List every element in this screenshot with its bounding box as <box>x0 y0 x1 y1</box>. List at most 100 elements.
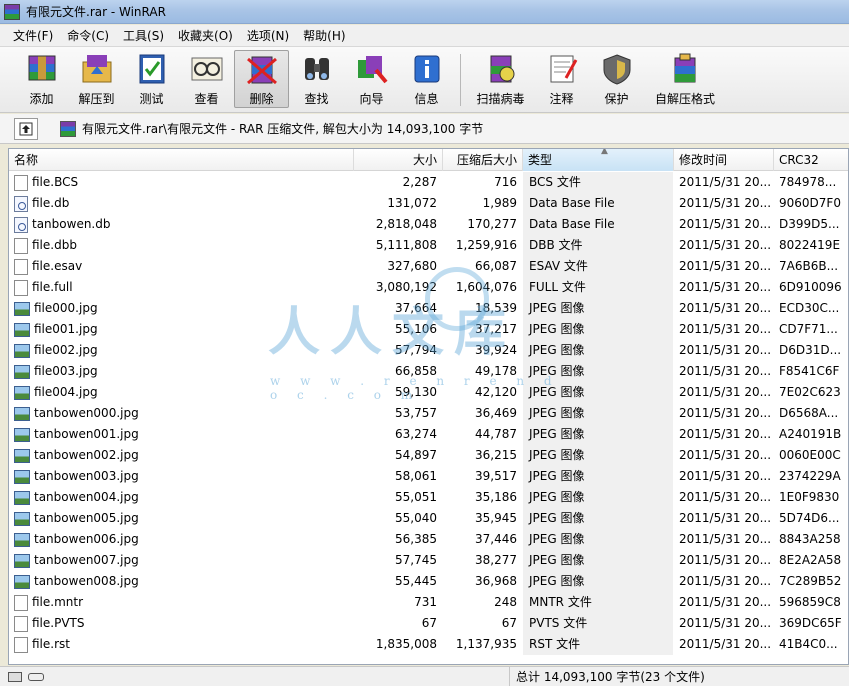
file-row[interactable]: file.db 131,072 1,989 Data Base File 2011/5/… <box>9 193 848 214</box>
menu-item-5[interactable]: 帮助(H) <box>296 25 352 46</box>
file-modified: 2011/5/31 20... <box>679 217 772 231</box>
file-type: JPEG 图像 <box>523 529 673 550</box>
file-packed-size: 37,446 <box>475 532 517 546</box>
file-row[interactable]: tanbowen004.jpg 55,051 35,186 JPEG 图像 2011/5… <box>9 487 848 508</box>
file-row[interactable]: tanbowen005.jpg 55,040 35,945 JPEG 图像 2011/5… <box>9 508 848 529</box>
file-modified: 2011/5/31 20... <box>679 574 772 588</box>
menu-item-3[interactable]: 收藏夹(O) <box>171 25 240 46</box>
file-size: 63,274 <box>395 427 437 441</box>
file-row[interactable]: file.PVTS 67 67 PVTS 文件 2011/5/31 20... 369DC… <box>9 613 848 634</box>
file-row[interactable]: file002.jpg 57,794 39,924 JPEG 图像 2011/5/31 … <box>9 340 848 361</box>
menu-item-4[interactable]: 选项(N) <box>240 25 296 46</box>
file-name: file.BCS <box>32 175 79 189</box>
file-packed-size: 44,787 <box>475 427 517 441</box>
image-file-icon <box>14 364 30 379</box>
image-file-icon <box>14 448 30 463</box>
drive-icon[interactable] <box>8 671 22 682</box>
file-row[interactable]: file.full 3,080,192 1,604,076 FULL 文件 2011/5… <box>9 277 848 298</box>
key-icon[interactable] <box>28 672 44 681</box>
image-file-icon <box>14 343 30 358</box>
file-row[interactable]: tanbowen003.jpg 58,061 39,517 JPEG 图像 2011/5… <box>9 466 848 487</box>
file-row[interactable]: tanbowen002.jpg 54,897 36,215 JPEG 图像 2011/5… <box>9 445 848 466</box>
file-row[interactable]: tanbowen007.jpg 57,745 38,277 JPEG 图像 2011/5… <box>9 550 848 571</box>
file-size: 55,040 <box>395 511 437 525</box>
toolbar-button-3[interactable]: 查看 <box>179 50 234 108</box>
up-folder-button[interactable] <box>14 117 38 140</box>
file-size: 2,287 <box>402 175 437 189</box>
menu-bar: 文件(F) 命令(C) 工具(S) 收藏夹(O) 选项(N) 帮助(H) <box>0 25 849 47</box>
file-row[interactable]: file000.jpg 37,664 18,539 JPEG 图像 2011/5/31 … <box>9 298 848 319</box>
image-file-icon <box>14 574 30 589</box>
toolbar-label: 添加 <box>29 92 54 106</box>
toolbar-button-5[interactable]: 查找 <box>289 50 344 108</box>
file-type: ESAV 文件 <box>523 256 673 277</box>
file-size: 56,385 <box>395 532 437 546</box>
file-row[interactable]: file.rst 1,835,008 1,137,935 RST 文件 2011/5/3… <box>9 634 848 655</box>
file-crc32: 6D910096 <box>779 280 842 294</box>
file-packed-size: 42,120 <box>475 385 517 399</box>
toolbar-label: 扫描病毒 <box>476 92 525 106</box>
file-name-cell: tanbowen005.jpg <box>14 508 354 529</box>
toolbar-button-10[interactable]: 保护 <box>589 50 644 108</box>
toolbar-button-2[interactable]: 测试 <box>124 50 179 108</box>
file-packed-size: 1,259,916 <box>455 238 517 252</box>
file-row[interactable]: file.dbb 5,111,808 1,259,916 DBB 文件 2011/5/3… <box>9 235 848 256</box>
file-packed-size: 36,469 <box>475 406 517 420</box>
column-name[interactable]: 名称 <box>9 149 354 171</box>
file-row[interactable]: file003.jpg 66,858 49,178 JPEG 图像 2011/5/31 … <box>9 361 848 382</box>
file-crc32: 41B4C0... <box>779 637 838 651</box>
file-packed-size: 36,215 <box>475 448 517 462</box>
file-modified: 2011/5/31 20... <box>679 616 772 630</box>
file-row[interactable]: file001.jpg 55,106 37,217 JPEG 图像 2011/5/31 … <box>9 319 848 340</box>
menu-item-0[interactable]: 文件(F) <box>6 25 60 46</box>
file-name-cell: file002.jpg <box>14 340 354 361</box>
file-row[interactable]: tanbowen006.jpg 56,385 37,446 JPEG 图像 2011/5… <box>9 529 848 550</box>
file-crc32: 8843A258 <box>779 532 841 546</box>
file-packed-size: 35,945 <box>475 511 517 525</box>
file-row[interactable]: tanbowen000.jpg 53,757 36,469 JPEG 图像 2011/5… <box>9 403 848 424</box>
file-modified: 2011/5/31 20... <box>679 511 772 525</box>
address-bar: 有限元文件.rar\有限元文件 - RAR 压缩文件, 解包大小为 14,093… <box>0 114 849 144</box>
toolbar-button-7[interactable]: 信息 <box>399 50 454 108</box>
toolbar-label: 向导 <box>359 92 384 106</box>
file-modified: 2011/5/31 20... <box>679 469 772 483</box>
file-name-cell: file.BCS <box>14 172 354 193</box>
column-modified[interactable]: 修改时间 <box>674 149 774 171</box>
file-list[interactable]: 名称 大小 压缩后大小 类型 修改时间 CRC32 ▲ file.BCS 2,28… <box>8 148 849 665</box>
file-crc32: ECD30C... <box>779 301 840 315</box>
file-modified: 2011/5/31 20... <box>679 322 772 336</box>
file-name: tanbowen006.jpg <box>34 532 139 546</box>
toolbar-button-6[interactable]: 向导 <box>344 50 399 108</box>
file-row[interactable]: tanbowen001.jpg 63,274 44,787 JPEG 图像 2011/5… <box>9 424 848 445</box>
toolbar-label: 注释 <box>549 92 574 106</box>
toolbar-button-9[interactable]: 注释 <box>534 50 589 108</box>
delete-icon <box>243 52 281 87</box>
file-row[interactable]: tanbowen.db 2,818,048 170,277 Data Base Fil… <box>9 214 848 235</box>
toolbar-button-11[interactable]: 自解压格式 <box>644 50 726 108</box>
file-name-cell: file.esav <box>14 256 354 277</box>
toolbar-button-8[interactable]: 扫描病毒 <box>467 50 534 108</box>
file-name: file.db <box>32 196 70 210</box>
file-type: JPEG 图像 <box>523 382 673 403</box>
toolbar-button-4[interactable]: 删除 <box>234 50 289 108</box>
file-row[interactable]: tanbowen008.jpg 55,445 36,968 JPEG 图像 2011/5… <box>9 571 848 592</box>
toolbar-button-0[interactable]: 添加 <box>14 50 69 108</box>
file-row[interactable]: file004.jpg 59,130 42,120 JPEG 图像 2011/5/31 … <box>9 382 848 403</box>
file-crc32: 0060E00C <box>779 448 841 462</box>
file-row[interactable]: file.esav 327,680 66,087 ESAV 文件 2011/5/31 2… <box>9 256 848 277</box>
column-size[interactable]: 大小 <box>354 149 443 171</box>
toolbar-button-1[interactable]: 解压到 <box>69 50 124 108</box>
file-name-cell: tanbowen.db <box>14 214 354 235</box>
file-row[interactable]: file.mntr 731 248 MNTR 文件 2011/5/31 20... 596… <box>9 592 848 613</box>
file-size: 55,106 <box>395 322 437 336</box>
file-name-cell: file001.jpg <box>14 319 354 340</box>
column-crc32[interactable]: CRC32 <box>774 149 848 171</box>
file-modified: 2011/5/31 20... <box>679 259 772 273</box>
file-name-cell: file.db <box>14 193 354 214</box>
file-crc32: 784978... <box>779 175 837 189</box>
column-packed-size[interactable]: 压缩后大小 <box>443 149 523 171</box>
file-row[interactable]: file.BCS 2,287 716 BCS 文件 2011/5/31 20... 784… <box>9 172 848 193</box>
column-type[interactable]: 类型 <box>523 149 674 171</box>
menu-item-1[interactable]: 命令(C) <box>60 25 116 46</box>
menu-item-2[interactable]: 工具(S) <box>116 25 171 46</box>
